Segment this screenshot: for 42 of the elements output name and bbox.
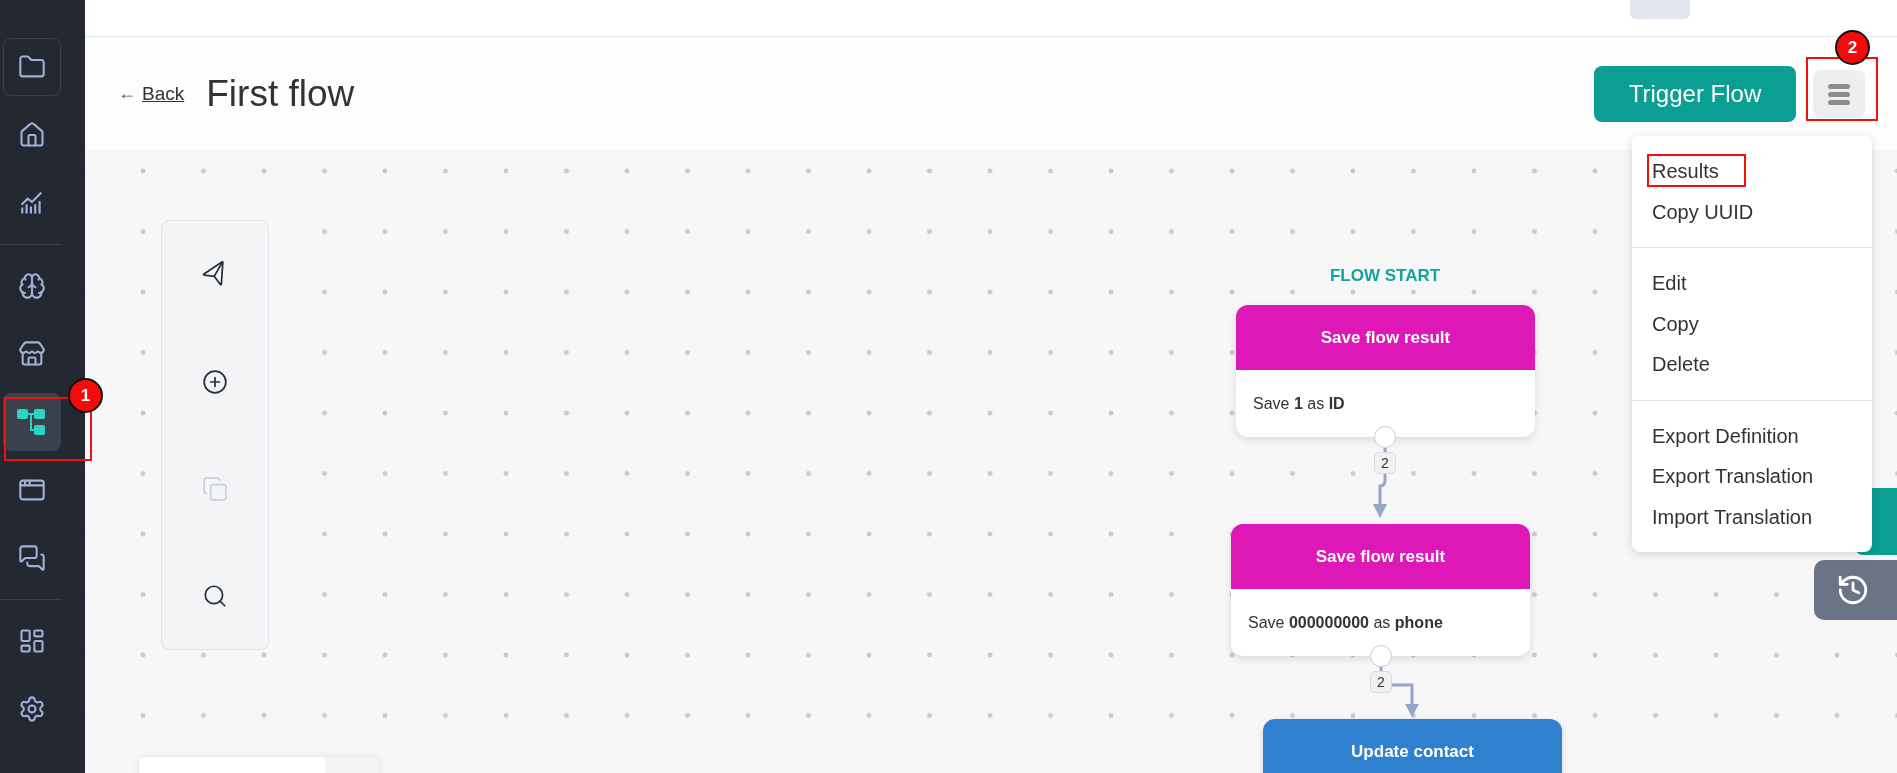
back-arrow-icon: ←	[118, 83, 136, 104]
settings-icon	[18, 695, 46, 723]
exit-count: 2	[1370, 671, 1392, 693]
connector-arrow	[1379, 667, 1419, 717]
exit-handle[interactable]	[1370, 645, 1392, 667]
back-link[interactable]: Back	[142, 82, 185, 105]
node-title: Update contact	[1263, 719, 1562, 773]
menu-item[interactable]: Delete	[1632, 344, 1872, 385]
exit-count: 2	[1374, 452, 1396, 474]
add-icon	[202, 368, 228, 395]
dashboard-icon	[18, 627, 46, 655]
store-icon	[18, 340, 46, 368]
sidebar-item[interactable]	[3, 393, 61, 451]
exit-handle[interactable]	[1374, 426, 1396, 448]
connector-arrow	[1373, 448, 1387, 518]
home-icon	[18, 121, 46, 149]
node-text: Save 000000000 as phone	[1248, 613, 1443, 632]
history-button[interactable]	[1814, 560, 1897, 620]
brain-icon	[18, 272, 46, 300]
page-title: First flow	[206, 72, 356, 115]
menu-item[interactable]: Edit	[1632, 263, 1872, 304]
node-text: Save 1 as ID	[1253, 394, 1345, 413]
node-title: Save flow result	[1236, 305, 1535, 370]
history-icon	[1836, 573, 1870, 607]
menu-item[interactable]: Export Translation	[1632, 456, 1872, 497]
menu-item[interactable]: Import Translation	[1632, 496, 1872, 537]
node-card[interactable]: Save flow result Save 000000000 as phone	[1231, 524, 1530, 656]
flow-start-label: FLOW START	[1328, 266, 1442, 286]
chart-icon	[19, 190, 45, 216]
menu-icon	[1827, 81, 1851, 106]
chat-icon	[18, 544, 46, 572]
node-card[interactable]: Save flow result Save 1 as ID	[1236, 305, 1535, 437]
menu-item[interactable]: Export Definition	[1632, 415, 1872, 456]
search-icon	[202, 582, 228, 609]
menu-item[interactable]: Copy UUID	[1632, 191, 1872, 232]
copy-icon	[202, 475, 228, 502]
flow-icon	[16, 407, 48, 437]
sidebar-item[interactable]	[3, 38, 61, 96]
menu-item[interactable]: Results	[1632, 151, 1872, 192]
node-title: Save flow result	[1231, 524, 1530, 589]
menu-item[interactable]: Copy	[1632, 303, 1872, 344]
menu-button[interactable]	[1813, 69, 1865, 118]
